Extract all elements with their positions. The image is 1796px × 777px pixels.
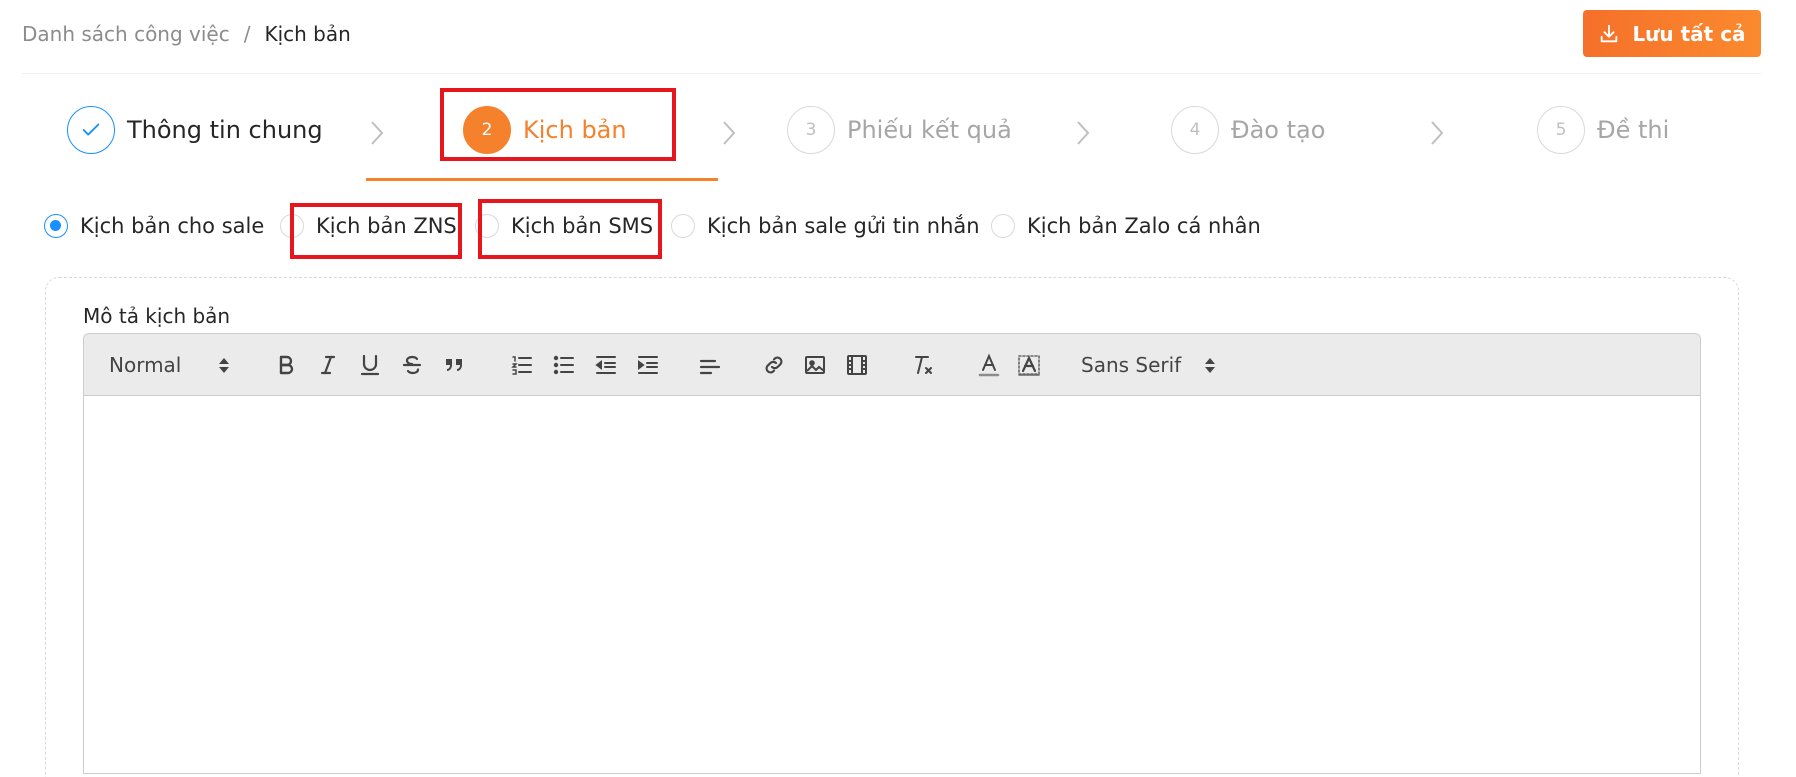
step-exam[interactable]: 5 Đề thi: [1537, 106, 1669, 154]
radio-label: Kịch bản cho sale: [80, 214, 265, 238]
radio-dot[interactable]: [671, 214, 695, 238]
link-button[interactable]: [760, 351, 788, 379]
step-5-label: Đề thi: [1597, 116, 1670, 144]
editor-content-area[interactable]: [84, 396, 1700, 773]
image-button[interactable]: [801, 351, 829, 379]
bullet-list-button[interactable]: [550, 351, 578, 379]
step-3-circle: 3: [787, 106, 835, 154]
strikethrough-icon: [402, 355, 422, 375]
outdent-button[interactable]: [592, 351, 620, 379]
radio-dot[interactable]: [475, 214, 499, 238]
step-1-label: Thông tin chung: [127, 116, 323, 144]
breadcrumb-separator: /: [243, 22, 251, 46]
radio-dot[interactable]: [280, 214, 304, 238]
editor-toolbar: Normal Sans Serif: [84, 334, 1700, 396]
step-5-circle: 5: [1537, 106, 1585, 154]
ordered-list-icon: [511, 356, 532, 375]
header-divider: [22, 73, 1761, 74]
text-color-button[interactable]: [975, 351, 1003, 379]
radio-label: Kịch bản ZNS: [316, 214, 457, 238]
radio-dot[interactable]: [44, 214, 68, 238]
radio-zns-script[interactable]: Kịch bản ZNS: [280, 214, 457, 238]
step-3-label: Phiếu kết quả: [847, 116, 1012, 144]
quote-icon: [446, 359, 462, 371]
step-training[interactable]: 4 Đào tạo: [1171, 106, 1325, 154]
italic-icon: [320, 355, 336, 375]
clear-format-button[interactable]: [909, 351, 937, 379]
radio-zalo-personal-script[interactable]: Kịch bản Zalo cá nhân: [991, 214, 1261, 238]
step-2-circle: 2: [463, 106, 511, 154]
font-select[interactable]: Sans Serif: [1081, 351, 1221, 379]
breadcrumb-task-list[interactable]: Danh sách công việc: [22, 22, 230, 46]
blockquote-button[interactable]: [440, 351, 468, 379]
underline-icon: [360, 354, 380, 376]
strikethrough-button[interactable]: [398, 351, 426, 379]
chevron-right-icon: [723, 121, 736, 145]
step-script[interactable]: 2 Kịch bản: [463, 106, 627, 154]
chevron-right-icon: [371, 121, 384, 145]
breadcrumb-current: Kịch bản: [264, 22, 351, 46]
image-icon: [805, 356, 825, 374]
step-1-circle: [67, 106, 115, 154]
text-color-icon: [978, 353, 1000, 377]
select-arrows-icon: [219, 357, 229, 373]
rich-text-editor: Normal Sans Serif: [83, 333, 1701, 774]
background-color-button[interactable]: [1015, 351, 1043, 379]
radio-sale-message-script[interactable]: Kịch bản sale gửi tin nhắn: [671, 214, 980, 238]
step-2-label: Kịch bản: [523, 116, 627, 144]
save-all-button[interactable]: Lưu tất cả: [1583, 10, 1761, 57]
breadcrumb: Danh sách công việc / Kịch bản: [22, 22, 351, 46]
download-icon: [1601, 24, 1618, 42]
step-4-circle: 4: [1171, 106, 1219, 154]
bullet-list-icon: [553, 355, 574, 375]
video-button[interactable]: [843, 351, 871, 379]
italic-button[interactable]: [314, 351, 342, 379]
step-general-info[interactable]: Thông tin chung: [67, 106, 323, 154]
outdent-icon: [595, 356, 616, 374]
radio-label: Kịch bản sale gửi tin nhắn: [707, 214, 980, 238]
header-select[interactable]: Normal: [109, 351, 234, 379]
chevron-right-icon: [1077, 121, 1090, 145]
indent-button[interactable]: [634, 351, 662, 379]
radio-label: Kịch bản SMS: [511, 214, 654, 238]
select-arrows-icon: [1205, 357, 1215, 373]
clear-format-icon: [915, 356, 932, 374]
background-color-icon: [1018, 355, 1040, 376]
chevron-right-icon: [1431, 121, 1444, 145]
bold-icon: [279, 355, 294, 375]
ordered-list-button[interactable]: [508, 351, 536, 379]
font-select-value: Sans Serif: [1081, 353, 1182, 377]
header-select-value: Normal: [109, 353, 182, 377]
indent-icon: [638, 356, 658, 374]
align-button[interactable]: [696, 351, 724, 379]
radio-dot[interactable]: [991, 214, 1015, 238]
video-icon: [847, 355, 867, 375]
radio-sms-script[interactable]: Kịch bản SMS: [475, 214, 653, 238]
radio-label: Kịch bản Zalo cá nhân: [1027, 214, 1261, 238]
save-all-label: Lưu tất cả: [1632, 21, 1746, 46]
step-result-sheet[interactable]: 3 Phiếu kết quả: [787, 106, 1012, 154]
active-step-underline: [366, 178, 718, 181]
bold-button[interactable]: [272, 351, 300, 379]
link-icon: [765, 356, 783, 374]
check-icon: [82, 123, 100, 136]
step-4-label: Đào tạo: [1231, 116, 1326, 144]
align-left-icon: [699, 359, 721, 375]
underline-button[interactable]: [356, 351, 384, 379]
script-description-label: Mô tả kịch bản: [83, 304, 231, 328]
radio-sale-script[interactable]: Kịch bản cho sale: [44, 214, 264, 238]
